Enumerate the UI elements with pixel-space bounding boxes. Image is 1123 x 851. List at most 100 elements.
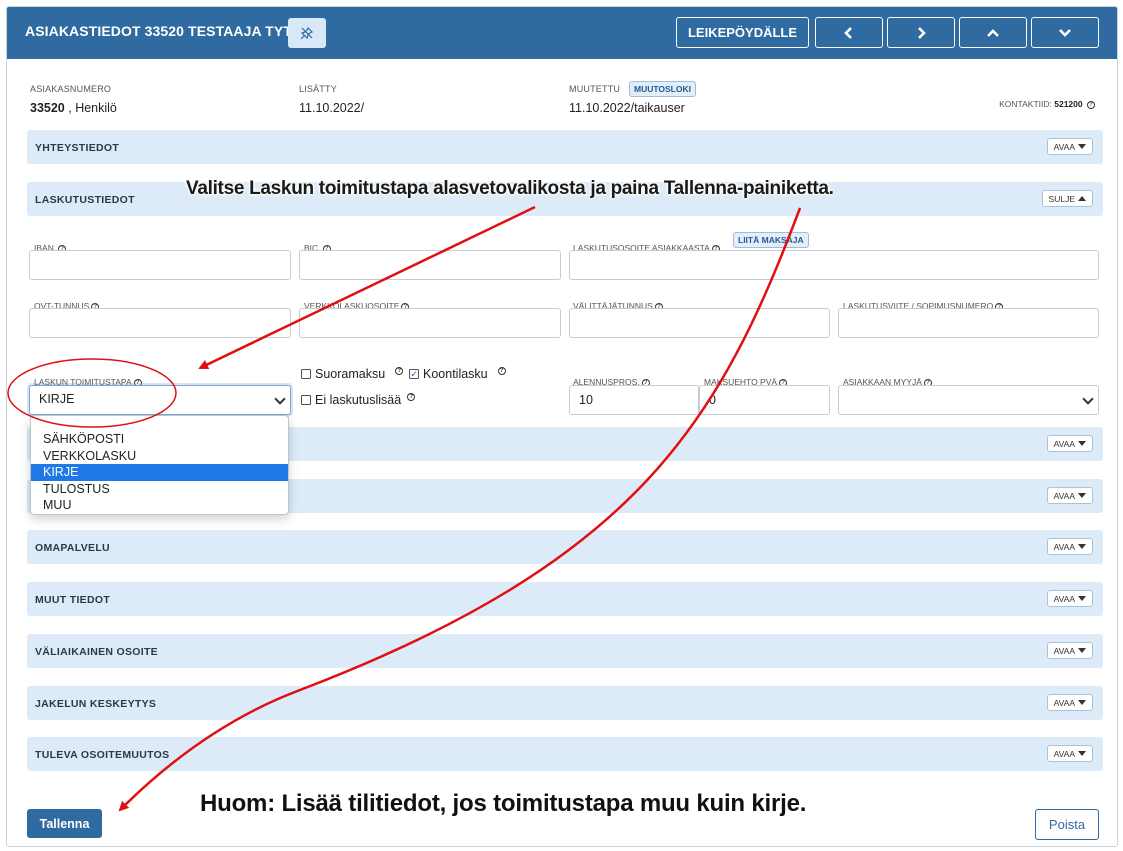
dropdown-option[interactable]: MUU [31,497,288,514]
seller-select[interactable] [838,385,1099,415]
dropdown-option[interactable]: VERKKOLASKU [31,448,288,465]
open-section-button[interactable]: AVAA [1046,487,1093,504]
previous-record-button[interactable] [815,17,883,48]
bic-input[interactable] [299,250,561,280]
direct-debit-label: Suoramaksu [315,367,386,381]
modified-label: MUUTETTU [569,84,621,94]
section-self-service[interactable]: OMAPALVELU AVAA [27,530,1103,564]
open-label: AVAA [1053,141,1075,152]
section-title: OMAPALVELU [35,542,110,554]
payment-term-input[interactable]: 0 [699,385,830,415]
window-title: ASIAKASTIEDOT 33520 TESTAAJA TYTTI [25,23,305,39]
caret-down-icon [1078,700,1086,705]
caret-down-icon [1078,648,1086,653]
collective-invoice-checkbox[interactable]: ✓ Koontilasku ? [409,367,506,381]
chevron-down-icon [274,393,286,405]
scroll-up-button[interactable] [959,17,1027,48]
operator-input[interactable] [569,308,830,338]
added-value: 11.10.2022/ [299,101,365,115]
open-section-button[interactable]: AVAA [1046,642,1093,659]
copy-to-clipboard-button[interactable]: LEIKEPÖYDÄLLE [676,17,809,48]
section-title: YHTEYSTIEDOT [35,142,120,154]
open-section-button[interactable]: AVAA [1046,138,1093,155]
open-label: AVAA [1053,697,1075,708]
dropdown-option[interactable]: TULOSTUS [31,481,288,498]
dropdown-option-selected[interactable]: KIRJE [31,464,288,481]
open-section-button[interactable]: AVAA [1046,745,1093,762]
attach-payer-button[interactable]: LIITÄ MAKSAJA [733,232,809,248]
open-section-button[interactable]: AVAA [1046,435,1093,452]
iban-input[interactable] [29,250,291,280]
contact-id: KONTAKTIID: 521200 ? [999,99,1095,109]
checkbox-unchecked[interactable] [301,369,311,379]
open-label: AVAA [1053,541,1075,552]
delivery-method-select[interactable]: KIRJE [29,385,291,415]
direct-debit-checkbox[interactable]: Suoramaksu ? [301,367,404,381]
chevron-left-icon [844,26,852,39]
contact-id-label: KONTAKTIID: [999,99,1052,109]
caret-up-icon [1078,196,1086,201]
checkbox-checked[interactable]: ✓ [409,369,419,379]
save-button[interactable]: Tallenna [27,809,102,838]
delete-button[interactable]: Poista [1035,809,1099,840]
open-label: AVAA [1053,490,1075,501]
open-label: AVAA [1053,748,1075,759]
delivery-method-dropdown[interactable]: SÄHKÖPOSTI VERKKOLASKU KIRJE TULOSTUS MU… [30,415,289,515]
section-title: MUUT TIEDOT [35,594,111,606]
section-temporary-address[interactable]: VÄLIAIKAINEN OSOITE AVAA [27,634,1103,668]
open-section-button[interactable]: AVAA [1046,538,1093,555]
chevron-down-icon [1059,28,1071,37]
open-section-button[interactable]: AVAA [1046,590,1093,607]
chevron-down-icon [1082,393,1094,405]
collective-invoice-label: Koontilasku [423,367,488,381]
delivery-method-value: KIRJE [39,392,75,406]
help-icon: ? [1087,100,1095,109]
section-upcoming-address-change[interactable]: TULEVA OSOITEMUUTOS AVAA [27,737,1103,771]
customer-number-value: 33520 , Henkilö [30,101,117,115]
no-billing-fee-label: Ei laskutuslisää [315,393,402,407]
scroll-down-button[interactable] [1031,17,1099,48]
contact-id-value: 521200 [1054,99,1083,109]
close-section-button[interactable]: SULJE [1041,190,1093,207]
ovt-input[interactable] [29,308,291,338]
dropdown-option[interactable]: SÄHKÖPOSTI [31,431,288,448]
reference-input[interactable] [838,308,1099,338]
customer-number-label: ASIAKASNUMERO [30,84,112,94]
customer-type: , Henkilö [68,101,117,115]
help-icon: ? [497,367,506,375]
open-section-button[interactable]: AVAA [1046,694,1093,711]
annotation-instruction: Valitse Laskun toimitustapa alasvetovali… [186,178,834,199]
section-title: VÄLIAIKAINEN OSOITE [35,646,158,658]
chevron-up-icon [987,28,999,37]
caret-down-icon [1078,441,1086,446]
caret-down-icon [1078,544,1086,549]
open-label: AVAA [1053,593,1075,604]
section-contact-info[interactable]: YHTEYSTIEDOT AVAA [27,130,1103,164]
close-label: SULJE [1048,193,1075,204]
help-icon: ? [395,367,404,375]
open-label: AVAA [1053,645,1075,656]
added-label: LISÄTTY [299,84,337,94]
next-record-button[interactable] [887,17,955,48]
modified-value: 11.10.2022/taikauser [569,101,685,115]
customer-number: 33520 [30,101,65,115]
annotation-note: Huom: Lisää tilitiedot, jos toimitustapa… [200,790,807,817]
section-title: JAKELUN KESKEYTYS [35,698,157,710]
caret-down-icon [1078,144,1086,149]
window-header: ASIAKASTIEDOT 33520 TESTAAJA TYTTI LEIKE… [7,7,1117,59]
section-other-info[interactable]: MUUT TIEDOT AVAA [27,582,1103,616]
no-billing-fee-checkbox[interactable]: Ei laskutuslisää ? [301,393,416,407]
e-invoice-address-input[interactable] [299,308,561,338]
billing-address-input[interactable] [569,250,1099,280]
open-label: AVAA [1053,438,1075,449]
section-title: LASKUTUSTIEDOT [35,194,135,206]
change-log-button[interactable]: MUUTOSLOKI [629,81,696,97]
unpin-button[interactable] [288,18,326,48]
discount-input[interactable]: 10 [569,385,699,415]
section-title: TULEVA OSOITEMUUTOS [35,749,170,761]
caret-down-icon [1078,493,1086,498]
chevron-right-icon [918,26,926,39]
checkbox-unchecked[interactable] [301,395,311,405]
section-delivery-break[interactable]: JAKELUN KESKEYTYS AVAA [27,686,1103,720]
help-icon: ? [407,393,416,401]
